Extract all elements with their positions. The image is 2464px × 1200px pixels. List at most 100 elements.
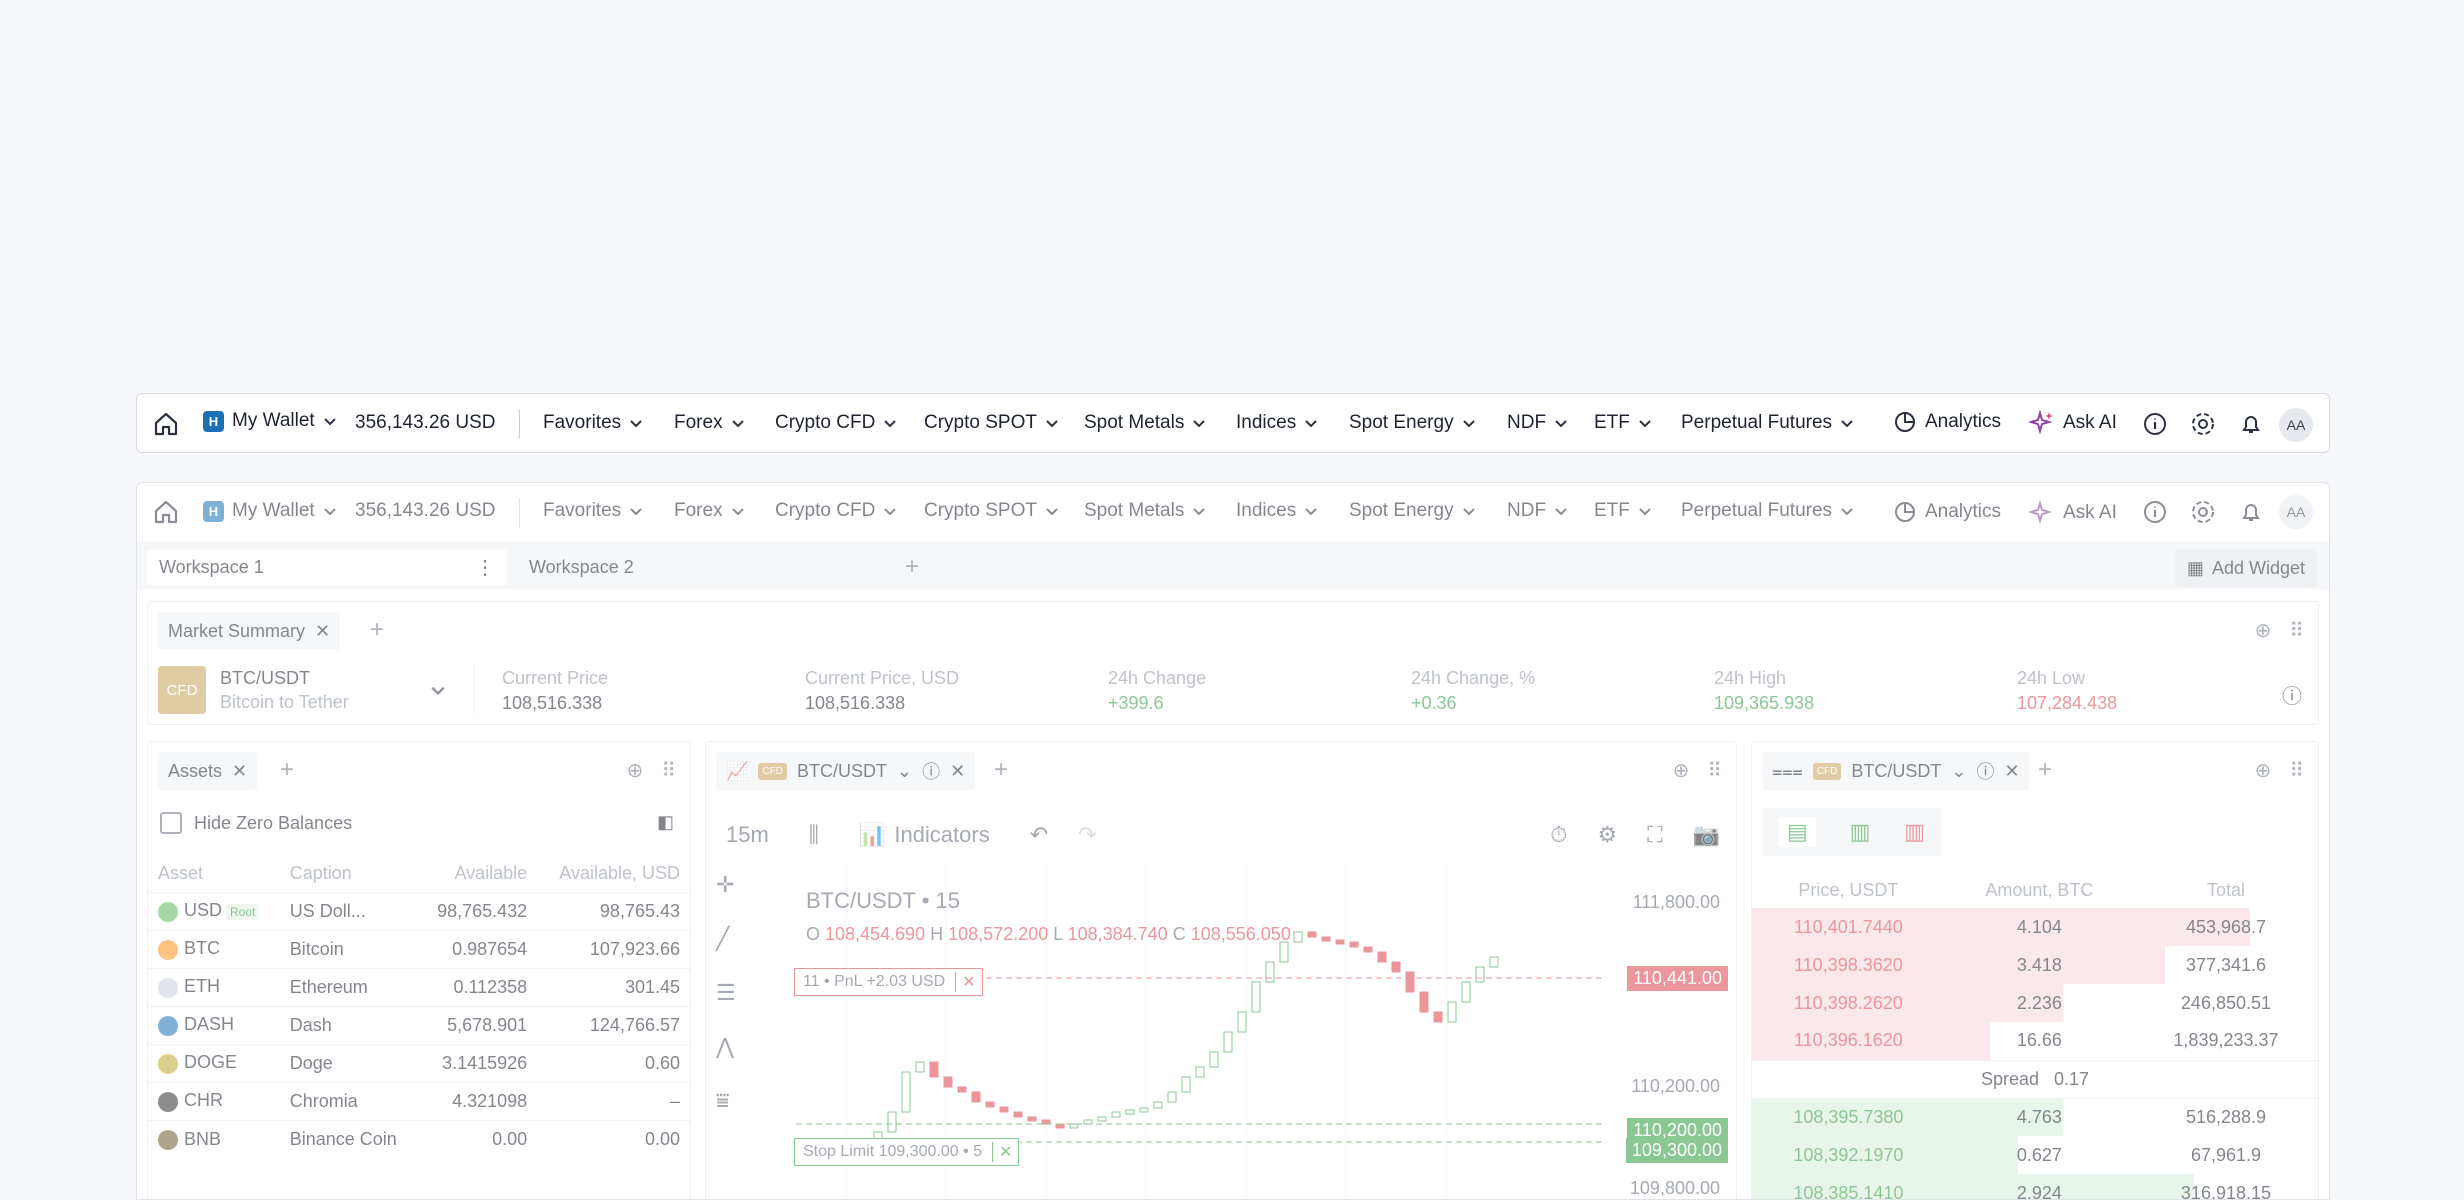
wallet-selector[interactable]: H My Wallet bbox=[203, 500, 337, 522]
add-circle-icon[interactable]: ⊕ bbox=[2255, 618, 2272, 643]
chevron-down-icon[interactable]: ⌄ bbox=[1951, 761, 1966, 782]
nav-menu-item[interactable]: Crypto SPOT bbox=[924, 412, 1059, 434]
nav-menu-item[interactable]: Crypto CFD bbox=[775, 500, 897, 522]
table-row[interactable]: ETH Ethereum 0.112358 301.45 bbox=[148, 967, 690, 1006]
tab-workspace-2[interactable]: Workspace 2 bbox=[517, 549, 887, 585]
settings-gear-icon[interactable] bbox=[2189, 498, 2217, 526]
market-summary-tab[interactable]: Market Summary ✕ bbox=[158, 612, 341, 650]
analytics-button[interactable]: Analytics bbox=[1893, 500, 2001, 524]
nav-menu-item[interactable]: Forex bbox=[674, 500, 745, 522]
notification-bell-icon[interactable] bbox=[2237, 498, 2265, 526]
nav-menu-item[interactable]: Indices bbox=[1236, 412, 1318, 434]
drag-handle-icon[interactable]: ⠿ bbox=[661, 758, 676, 783]
stop-limit-order-label[interactable]: Stop Limit 109,300.00 • 5 ✕ bbox=[794, 1138, 1020, 1166]
nav-menu-item[interactable]: Favorites bbox=[543, 500, 643, 522]
settings-gear-icon[interactable]: ⚙ bbox=[1597, 822, 1617, 848]
ask-ai-button[interactable]: Ask AI bbox=[2029, 500, 2117, 526]
table-row[interactable]: USD Root US Doll... 98,765.432 98,765.43 bbox=[148, 891, 690, 930]
close-icon[interactable]: ✕ bbox=[955, 972, 981, 992]
table-row[interactable]: DOGE Doge 3.1415926 0.60 bbox=[148, 1043, 690, 1082]
alert-clock-icon[interactable]: ⏱ bbox=[1550, 822, 1567, 848]
redo-icon[interactable]: ↷ bbox=[1078, 822, 1096, 848]
add-tab-icon[interactable]: + bbox=[2038, 756, 2052, 784]
add-tab-icon[interactable]: + bbox=[280, 756, 294, 784]
close-icon[interactable]: ✕ bbox=[992, 1142, 1018, 1162]
checkbox[interactable] bbox=[160, 812, 182, 834]
tab-workspace-1[interactable]: Workspace 1 ⋮ bbox=[147, 549, 507, 585]
notification-bell-icon[interactable] bbox=[2237, 410, 2265, 438]
nav-menu-item[interactable]: Spot Metals bbox=[1084, 412, 1206, 434]
indicators-button[interactable]: Indicators bbox=[894, 822, 989, 848]
info-icon[interactable]: ⓘ bbox=[922, 758, 940, 784]
drag-handle-icon[interactable]: ⠿ bbox=[2289, 618, 2304, 643]
table-row[interactable]: BNB Binance Coin 0.00 0.00 bbox=[148, 1119, 690, 1158]
nav-menu-item[interactable]: Perpetual Futures bbox=[1681, 500, 1854, 522]
pnl-order-label[interactable]: 11 • PnL +2.03 USD ✕ bbox=[794, 968, 983, 996]
camera-icon[interactable]: 📷 bbox=[1693, 822, 1720, 848]
nav-menu-item[interactable]: Spot Energy bbox=[1349, 500, 1476, 522]
add-tab-icon[interactable]: + bbox=[370, 616, 384, 644]
interval-selector[interactable]: 15m bbox=[726, 822, 769, 848]
nav-menu-item[interactable]: Spot Energy bbox=[1349, 412, 1476, 434]
drag-handle-icon[interactable]: ⠿ bbox=[1707, 758, 1722, 783]
candle-type-icon[interactable]: ⫼ bbox=[809, 822, 819, 848]
info-icon[interactable]: ⓘ bbox=[2282, 680, 2302, 709]
bid-row[interactable]: 108,392.1970 0.627 67,961.9 bbox=[1752, 1136, 2318, 1174]
bid-row[interactable]: 108,385.1410 2.924 316,918.15 bbox=[1752, 1174, 2318, 1199]
close-icon[interactable]: ✕ bbox=[950, 761, 965, 782]
close-icon[interactable]: ✕ bbox=[232, 761, 247, 782]
bid-row[interactable]: 108,395.7380 4.763 516,288.9 bbox=[1752, 1098, 2318, 1136]
column-header-available[interactable]: Available bbox=[418, 856, 538, 892]
add-circle-icon[interactable]: ⊕ bbox=[2255, 758, 2272, 783]
nav-menu-item[interactable]: Crypto SPOT bbox=[924, 500, 1059, 522]
ask-row[interactable]: 110,396.1620 16.66 1,839,233.37 bbox=[1752, 1022, 2318, 1060]
column-layout-icon[interactable]: ◧ bbox=[657, 812, 674, 833]
info-icon[interactable]: ⓘ bbox=[1976, 758, 1994, 784]
chevron-down-icon[interactable]: ⌄ bbox=[897, 761, 912, 782]
close-icon[interactable]: ✕ bbox=[315, 621, 330, 642]
nav-menu-item[interactable]: Forex bbox=[674, 412, 745, 434]
add-workspace-icon[interactable]: + bbox=[905, 553, 919, 581]
column-header-asset[interactable]: Asset bbox=[148, 856, 280, 892]
orderbook-tab[interactable]: ⩶ CFD BTC/USDT ⌄ ⓘ ✕ bbox=[1762, 752, 2030, 790]
chart-tab[interactable]: 📈 CFD BTC/USDT ⌄ ⓘ ✕ bbox=[716, 752, 976, 790]
home-icon[interactable] bbox=[151, 409, 181, 439]
ask-row[interactable]: 110,398.3620 3.418 377,341.6 bbox=[1752, 946, 2318, 984]
column-header-available-usd[interactable]: Available, USD bbox=[537, 856, 690, 892]
nav-menu-item[interactable]: Indices bbox=[1236, 500, 1318, 522]
nav-menu-item[interactable]: ETF bbox=[1594, 412, 1652, 434]
view-bids-icon[interactable]: ▥ bbox=[1850, 819, 1871, 845]
nav-menu-item[interactable]: Spot Metals bbox=[1084, 500, 1206, 522]
home-icon[interactable] bbox=[151, 497, 181, 527]
assets-tab[interactable]: Assets ✕ bbox=[158, 752, 258, 790]
drag-handle-icon[interactable]: ⠿ bbox=[2289, 758, 2304, 783]
nav-menu-item[interactable]: ETF bbox=[1594, 500, 1652, 522]
nav-menu-item[interactable]: Favorites bbox=[543, 412, 643, 434]
chevron-down-icon[interactable] bbox=[430, 682, 446, 698]
add-tab-icon[interactable]: + bbox=[994, 756, 1008, 784]
table-row[interactable]: DASH Dash 5,678.901 124,766.57 bbox=[148, 1005, 690, 1044]
info-icon[interactable] bbox=[2141, 410, 2169, 438]
add-circle-icon[interactable]: ⊕ bbox=[627, 758, 644, 783]
add-widget-button[interactable]: ▦ Add Widget bbox=[2174, 549, 2317, 587]
settings-gear-icon[interactable] bbox=[2189, 410, 2217, 438]
ask-row[interactable]: 110,401.7440 4.104 453,968.7 bbox=[1752, 908, 2318, 946]
nav-menu-item[interactable]: Crypto CFD bbox=[775, 412, 897, 434]
nav-menu-item[interactable]: NDF bbox=[1507, 500, 1568, 522]
user-avatar[interactable]: AA bbox=[2279, 408, 2313, 442]
user-avatar[interactable]: AA bbox=[2279, 495, 2313, 529]
column-header-caption[interactable]: Caption bbox=[280, 856, 418, 892]
view-asks-icon[interactable]: ▥ bbox=[1904, 819, 1925, 845]
symbol-name[interactable]: BTC/USDT bbox=[220, 668, 310, 689]
fullscreen-icon[interactable]: ⛶ bbox=[1647, 822, 1662, 848]
undo-icon[interactable]: ↶ bbox=[1030, 822, 1048, 848]
add-circle-icon[interactable]: ⊕ bbox=[1673, 758, 1690, 783]
info-icon[interactable] bbox=[2141, 498, 2169, 526]
ask-ai-button[interactable]: Ask AI bbox=[2029, 410, 2117, 436]
view-both-icon[interactable]: ▤ bbox=[1778, 817, 1816, 847]
ask-row[interactable]: 110,398.2620 2.236 246,850.51 bbox=[1752, 984, 2318, 1022]
analytics-button[interactable]: Analytics bbox=[1893, 410, 2001, 434]
table-row[interactable]: BTC Bitcoin 0.987654 107,923.66 bbox=[148, 929, 690, 968]
hide-zero-toggle[interactable]: Hide Zero Balances bbox=[160, 812, 352, 834]
more-vertical-icon[interactable]: ⋮ bbox=[475, 555, 495, 580]
